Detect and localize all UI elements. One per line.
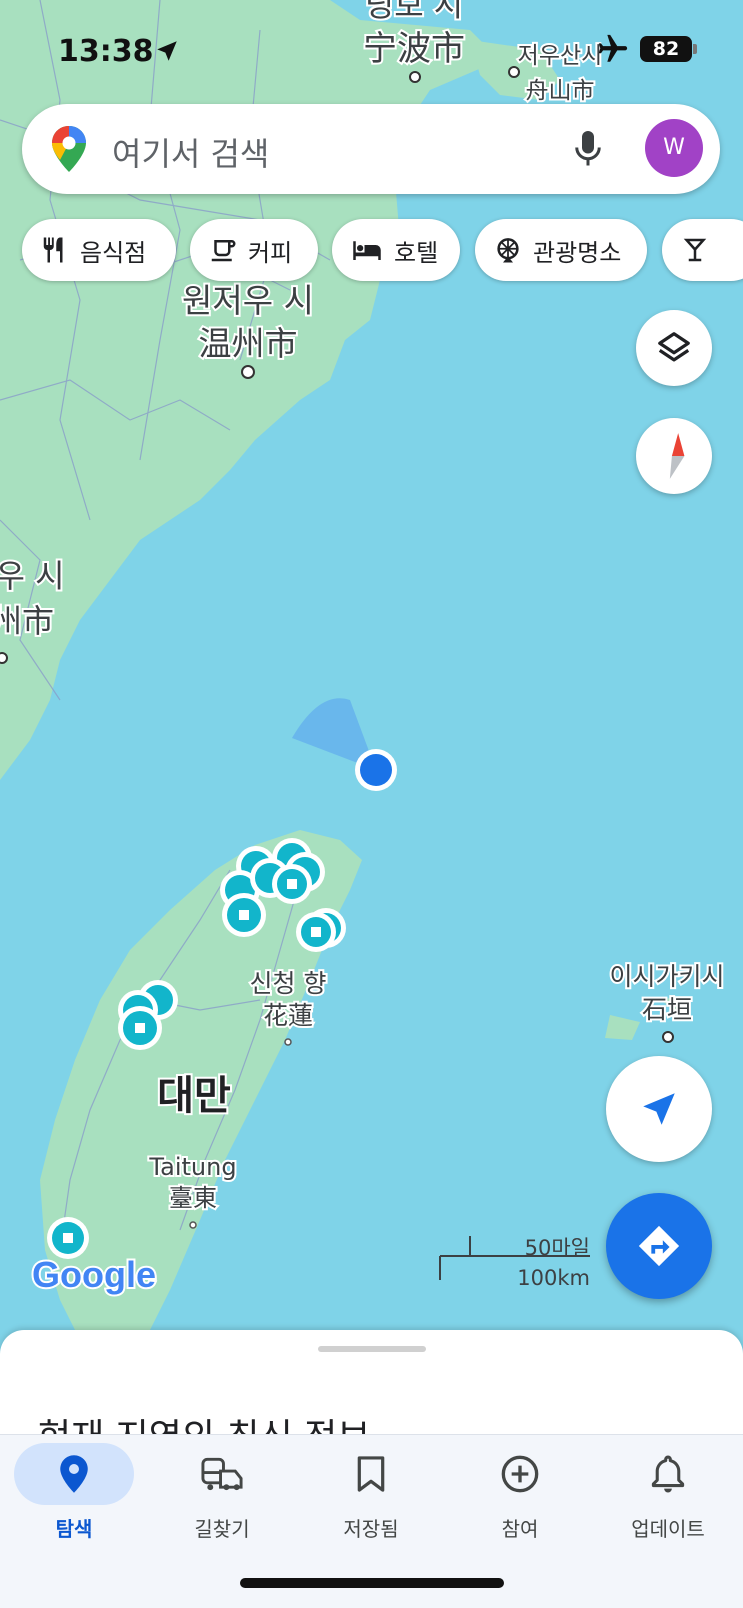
sheet-drag-handle[interactable] bbox=[318, 1346, 426, 1352]
directions-button[interactable] bbox=[606, 1193, 712, 1299]
microphone-icon[interactable] bbox=[570, 128, 606, 174]
label-ningbo-ko: 닝보 시 bbox=[365, 0, 464, 24]
current-location-dot bbox=[360, 754, 392, 786]
bell-icon bbox=[651, 1455, 685, 1493]
scale-km: 100km bbox=[517, 1266, 590, 1290]
chip-label: 커피 bbox=[248, 238, 293, 267]
chip-hotels[interactable]: 호텔 bbox=[332, 219, 460, 281]
nav-label: 참여 bbox=[501, 1517, 539, 1541]
coffee-icon bbox=[211, 240, 236, 262]
transit-pin[interactable] bbox=[222, 893, 266, 937]
wenzhou-dot bbox=[241, 365, 255, 379]
nav-saved[interactable]: 저장됨 bbox=[301, 1443, 441, 1542]
chip-label: 음식점 bbox=[80, 238, 147, 267]
compass-icon bbox=[669, 433, 685, 479]
chip-attractions[interactable]: 관광명소 bbox=[475, 219, 647, 281]
status-time: 13:38 bbox=[58, 34, 154, 69]
nav-directions[interactable]: 길찾기 bbox=[152, 1443, 292, 1542]
nav-contribute[interactable]: 참여 bbox=[450, 1443, 590, 1542]
transit-pin[interactable] bbox=[296, 912, 336, 952]
label-taitung-en: Taitung bbox=[148, 1153, 236, 1181]
attraction-icon bbox=[497, 238, 519, 263]
layers-button[interactable] bbox=[636, 310, 712, 386]
fuzhou-dot bbox=[0, 652, 8, 664]
ningbo-dot bbox=[409, 71, 421, 83]
layers-icon bbox=[658, 332, 690, 362]
chip-restaurants[interactable]: 음식점 bbox=[22, 219, 176, 281]
maps-pin-logo-icon bbox=[50, 124, 88, 178]
maps-screen: 닝보 시 宁波市 저우산시 舟山市 원저우 시 温州市 우 시 州市 신청 향 … bbox=[0, 0, 743, 1608]
label-zhoushan-zh: 舟山市 bbox=[526, 78, 595, 104]
taitung-dot bbox=[189, 1221, 197, 1229]
chip-bars[interactable] bbox=[662, 219, 743, 281]
location-services-icon bbox=[154, 38, 180, 68]
bottom-sheet[interactable]: 현재 지역의 최신 정보 bbox=[0, 1330, 743, 1440]
my-location-button[interactable] bbox=[606, 1056, 712, 1162]
label-wenzhou-zh: 温州市 bbox=[199, 324, 298, 363]
home-indicator[interactable] bbox=[240, 1578, 504, 1588]
label-taiwan: 대만 bbox=[157, 1073, 231, 1119]
hotel-icon bbox=[353, 241, 381, 260]
compass-button[interactable] bbox=[636, 418, 712, 494]
label-hualien-zh: 花蓮 bbox=[263, 1001, 313, 1030]
status-bar: 13:38 82 bbox=[0, 28, 743, 72]
directions-icon bbox=[638, 1225, 680, 1267]
label-ishigaki-zh: 石垣 bbox=[642, 995, 692, 1024]
account-avatar[interactable]: W bbox=[645, 119, 703, 177]
label-taitung-zh: 臺東 bbox=[169, 1184, 217, 1212]
commute-icon bbox=[201, 1457, 243, 1491]
chip-label: 호텔 bbox=[394, 238, 439, 267]
label-fuzhou-ko: 우 시 bbox=[0, 557, 65, 595]
category-chips: 음식점 커피 호텔 관광명소 bbox=[22, 219, 743, 281]
label-ishigaki-ko: 이시가키시 bbox=[609, 962, 724, 991]
search-bar[interactable]: 여기서 검색 W bbox=[22, 104, 720, 194]
transit-pin[interactable] bbox=[118, 1006, 162, 1050]
map-scale: 50마일 100km bbox=[438, 1232, 592, 1290]
label-fuzhou-zh: 州市 bbox=[0, 602, 54, 640]
chip-label: 관광명소 bbox=[533, 238, 622, 267]
battery-cap bbox=[693, 44, 697, 54]
search-input[interactable]: 여기서 검색 bbox=[112, 129, 269, 175]
restaurant-icon bbox=[43, 237, 63, 263]
nav-label: 길찾기 bbox=[194, 1517, 250, 1541]
bookmark-icon bbox=[357, 1456, 385, 1492]
nav-updates[interactable]: 업데이트 bbox=[598, 1443, 738, 1542]
explore-pin-icon bbox=[60, 1455, 88, 1493]
navigation-arrow-icon bbox=[643, 1093, 675, 1125]
chip-coffee[interactable]: 커피 bbox=[190, 219, 318, 281]
scale-miles: 50마일 bbox=[524, 1236, 590, 1260]
add-circle-icon bbox=[501, 1455, 539, 1493]
nav-label: 탐색 bbox=[55, 1517, 93, 1541]
google-logo: Google bbox=[32, 1254, 156, 1295]
label-hualien-ko: 신청 향 bbox=[250, 969, 327, 998]
airplane-mode-icon bbox=[596, 32, 630, 70]
nav-label: 저장됨 bbox=[343, 1517, 399, 1541]
hualien-dot bbox=[284, 1038, 292, 1046]
bar-icon bbox=[683, 238, 707, 262]
transit-pin[interactable] bbox=[47, 1217, 89, 1259]
nav-explore[interactable]: 탐색 bbox=[4, 1443, 144, 1542]
label-wenzhou-ko: 원저우 시 bbox=[182, 281, 314, 320]
transit-pin[interactable] bbox=[272, 864, 312, 904]
ishigaki-dot bbox=[662, 1031, 674, 1043]
battery-indicator: 82 bbox=[640, 36, 692, 62]
nav-label: 업데이트 bbox=[631, 1517, 705, 1541]
